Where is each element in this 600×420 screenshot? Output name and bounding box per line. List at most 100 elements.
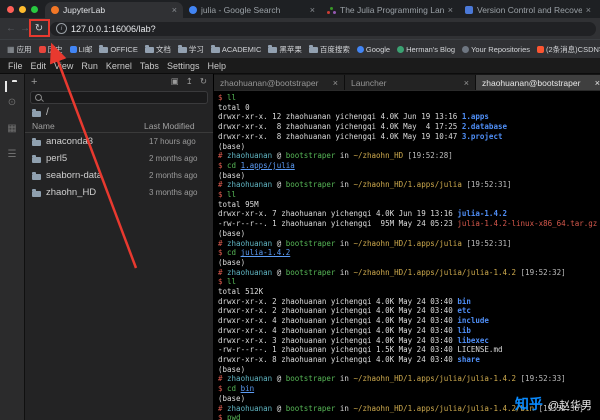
menu-item-tabs[interactable]: Tabs: [136, 61, 163, 71]
minimize-window-button[interactable]: [19, 6, 26, 13]
browser-tab-version-control[interactable]: Version Control and Recovery ×: [459, 2, 597, 18]
close-tab-icon[interactable]: ×: [464, 78, 469, 88]
browser-tab-julia-lang[interactable]: The Julia Programming Language ×: [321, 2, 459, 18]
terminal-line: $ cd julia-1.4.2: [218, 248, 600, 258]
folder-icon: [32, 140, 41, 146]
tab-terminal-1[interactable]: zhaohuanan@bootstraper ×: [214, 75, 345, 90]
terminal-line: (base): [218, 229, 600, 239]
search-icon: [35, 94, 42, 101]
file-browser-panel: + ▣ ↥ ↻ / Name Last Modified: [25, 74, 214, 420]
file-row[interactable]: anaconda3 17 hours ago: [25, 133, 213, 150]
jupyter-favicon-icon: [51, 6, 59, 14]
terminal-output[interactable]: $ lltotal 0drwxr-xr-x. 12 zhaohuanan yic…: [214, 91, 600, 420]
bookmark-item[interactable]: 黑苹果: [268, 44, 302, 55]
breadcrumb-path: /: [46, 107, 49, 118]
close-tab-icon[interactable]: ×: [310, 5, 315, 15]
bookmark-item[interactable]: Your Repositories: [462, 45, 530, 54]
file-filter-input[interactable]: [30, 91, 208, 104]
file-row[interactable]: seaborn-data 2 months ago: [25, 167, 213, 184]
bookmark-item[interactable]: LI邮: [70, 44, 93, 55]
file-row[interactable]: perl5 2 months ago: [25, 150, 213, 167]
folder-icon: [309, 47, 318, 53]
doc-favicon-icon: [465, 6, 473, 14]
breadcrumb[interactable]: /: [25, 106, 213, 119]
active-indicator: [5, 81, 7, 92]
site-info-icon[interactable]: i: [56, 23, 67, 34]
window-controls: [0, 0, 45, 18]
bookmarks-bar: ▦应用 历史 LI邮 OFFICE 文档学习 ACADEMIC 黑苹果百度搜索 Google H…: [0, 40, 600, 58]
file-modified: 2 months ago: [149, 154, 206, 163]
browser-tab-google-search[interactable]: julia - Google Search ×: [183, 2, 321, 18]
close-tab-icon[interactable]: ×: [333, 78, 338, 88]
activity-bar: ⊙ ▦ ☰: [0, 74, 25, 420]
terminal-line: drwxr-xr-x. 8 zhaohuanan yichengqi 4.0K …: [218, 355, 600, 365]
terminal-line: $ ll: [218, 93, 600, 103]
watermark-handle: @赵华男: [548, 397, 592, 413]
terminal-line: # zhaohuanan @ bootstraper in ~/zhaohn_H…: [218, 239, 600, 249]
close-tab-icon[interactable]: ×: [595, 78, 600, 88]
tab-launcher[interactable]: Launcher ×: [345, 75, 476, 90]
bookmark-item[interactable]: ▦应用: [7, 44, 32, 55]
julia-favicon-icon: [330, 7, 333, 10]
file-modified: 17 hours ago: [149, 137, 206, 146]
column-name[interactable]: Name: [32, 121, 144, 131]
bookmark-item[interactable]: 学习: [178, 44, 204, 55]
terminal-line: (base): [218, 142, 600, 152]
google-favicon-icon: [189, 6, 197, 14]
new-folder-icon[interactable]: ▣: [171, 76, 179, 87]
upload-icon[interactable]: ↥: [186, 76, 193, 87]
running-sessions-icon[interactable]: ⊙: [8, 98, 16, 108]
terminal-line: total 0: [218, 103, 600, 113]
menu-item-kernel[interactable]: Kernel: [102, 61, 136, 71]
browser-tab-jupyterlab[interactable]: JupyterLab ×: [45, 2, 183, 18]
column-last-modified[interactable]: Last Modified: [144, 121, 206, 131]
close-tab-icon[interactable]: ×: [448, 5, 453, 15]
terminal-line: drwxr-xr-x. 7 zhaohuanan yichengqi 4.0K …: [218, 209, 600, 219]
new-launcher-icon[interactable]: +: [31, 76, 37, 88]
menu-item-run[interactable]: Run: [77, 61, 102, 71]
favicon-icon: [397, 46, 404, 53]
bookmark-label: Google: [366, 45, 390, 54]
browser-tab-label: julia - Google Search: [201, 5, 306, 15]
terminal-line: $ ll: [218, 190, 600, 200]
close-tab-icon[interactable]: ×: [172, 5, 177, 15]
bookmark-item[interactable]: 文档: [145, 44, 171, 55]
file-row[interactable]: zhaohn_HD 3 months ago: [25, 184, 213, 201]
terminal-line: (base): [218, 258, 600, 268]
bookmark-label: 历史: [48, 44, 63, 55]
bookmark-item[interactable]: Herman's Blog: [397, 45, 455, 54]
bookmark-item[interactable]: ACADEMIC: [211, 45, 262, 54]
folder-icon: [32, 174, 41, 180]
menu-item-edit[interactable]: Edit: [27, 61, 51, 71]
forward-icon[interactable]: →: [18, 23, 32, 34]
refresh-icon[interactable]: ↻: [200, 76, 207, 87]
reload-icon[interactable]: ↻: [32, 23, 46, 34]
command-palette-icon[interactable]: ▦: [7, 124, 16, 134]
menu-item-settings[interactable]: Settings: [163, 61, 204, 71]
back-icon[interactable]: ←: [4, 23, 18, 34]
terminal-line: drwxr-xr-x. 8 zhaohuanan yichengqi 4.0K …: [218, 122, 600, 132]
url-text: 127.0.0.1:16006/lab?: [71, 24, 156, 34]
bookmark-item[interactable]: (2条消息)CSDN学院: [537, 44, 600, 55]
terminal-line: -rw-r--r--. 1 zhaohuanan yichengqi 1.5K …: [218, 345, 600, 355]
file-list-header: Name Last Modified: [25, 119, 213, 133]
terminal-line: drwxr-xr-x. 4 zhaohuanan yichengqi 4.0K …: [218, 326, 600, 336]
menu-item-help[interactable]: Help: [203, 61, 230, 71]
bookmark-item[interactable]: OFFICE: [99, 45, 138, 54]
bookmark-label: LI邮: [79, 44, 93, 55]
zoom-window-button[interactable]: [31, 6, 38, 13]
bookmark-item[interactable]: 历史: [39, 44, 63, 55]
menu-item-file[interactable]: File: [4, 61, 27, 71]
file-name: seaborn-data: [46, 170, 144, 181]
close-window-button[interactable]: [7, 6, 14, 13]
menu-item-view[interactable]: View: [50, 61, 77, 71]
file-name: perl5: [46, 153, 144, 164]
close-tab-icon[interactable]: ×: [586, 5, 591, 15]
address-bar[interactable]: i 127.0.0.1:16006/lab?: [50, 22, 596, 36]
open-tabs-icon[interactable]: ☰: [8, 150, 17, 160]
bookmark-item[interactable]: Google: [357, 45, 390, 54]
folder-icon: [145, 47, 154, 53]
bookmark-item[interactable]: 百度搜索: [309, 44, 350, 55]
bookmark-label: Herman's Blog: [406, 45, 455, 54]
tab-terminal-2[interactable]: zhaohuanan@bootstraper ×: [476, 75, 600, 90]
